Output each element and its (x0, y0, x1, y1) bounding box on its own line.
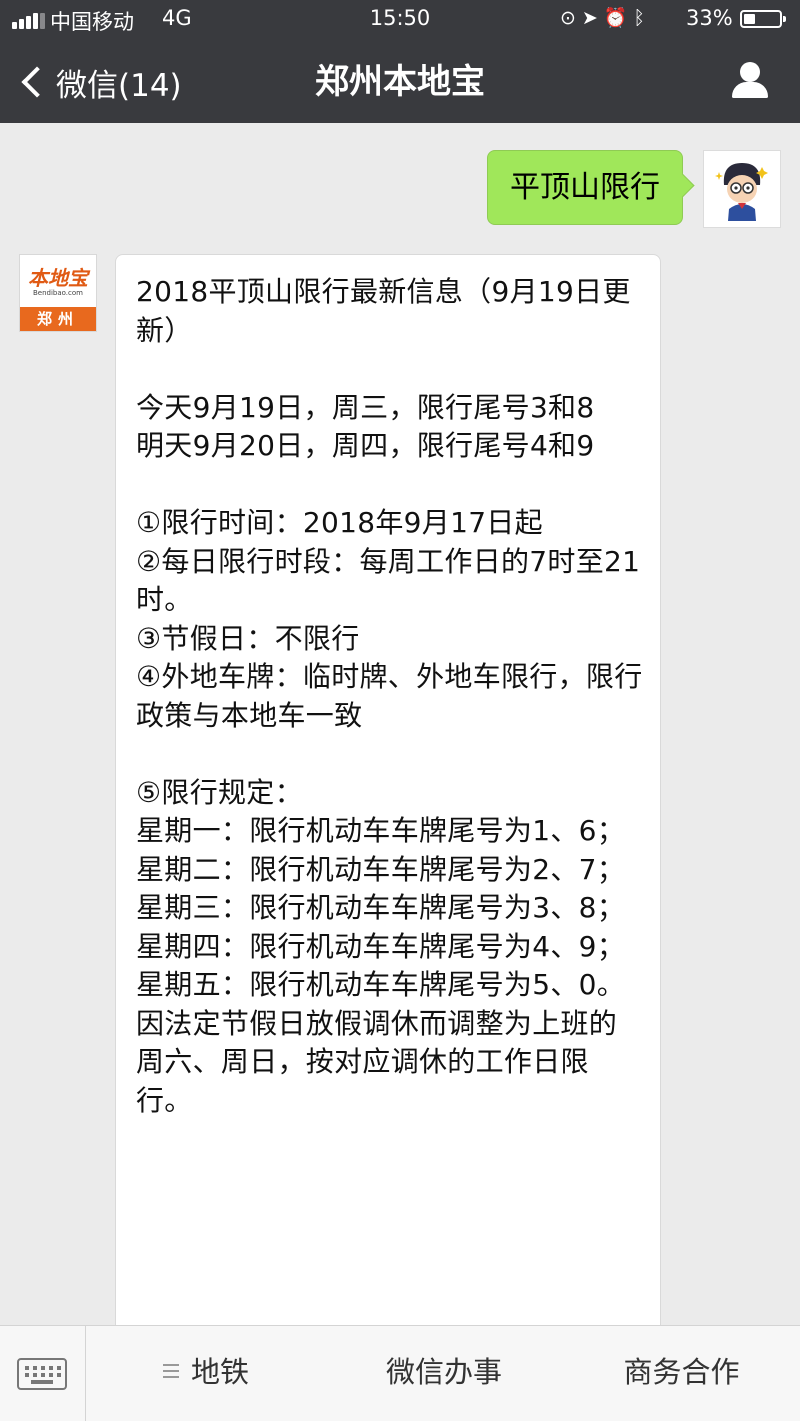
battery-icon (740, 10, 786, 28)
menu-item-subway[interactable]: 地铁 (87, 1326, 325, 1421)
user-avatar[interactable] (703, 150, 781, 228)
top-header: 中国移动 4G 15:50 ⊙➤⏰ᛒ 33% 微信(14) 郑州本地宝 (0, 0, 800, 123)
rotation-lock-icon: ⊙ (560, 7, 582, 29)
logo-text: 本地宝 (28, 266, 88, 290)
menu-item-business[interactable]: 商务合作 (563, 1326, 800, 1421)
keyboard-toggle-button[interactable] (0, 1326, 86, 1421)
battery-percentage: 33% (686, 6, 733, 30)
chat-area[interactable]: 平顶山限行 本地宝 Bendibao.com 郑州 2018平顶山限行最新信息（… (0, 123, 800, 1325)
keyboard-icon (17, 1358, 67, 1390)
status-time: 15:50 (369, 6, 431, 30)
bluetooth-icon: ᛒ (633, 7, 651, 29)
battery-fill (744, 14, 756, 24)
profile-button[interactable] (728, 58, 774, 106)
menu-item-wechat-services[interactable]: 微信办事 (325, 1326, 563, 1421)
location-icon: ➤ (581, 7, 604, 29)
menu-item-label: 商务合作 (623, 1355, 740, 1389)
cartoon-avatar-icon (715, 163, 768, 221)
sent-message-bubble[interactable]: 平顶山限行 (487, 150, 683, 225)
bottom-menu-bar: 地铁 微信办事 商务合作 (0, 1325, 800, 1421)
logo-subtext: Bendibao.com (32, 289, 83, 297)
menu-item-label: 微信办事 (385, 1355, 502, 1389)
bendibao-logo: 本地宝 Bendibao.com (20, 255, 96, 307)
menu-item-label: 地铁 (190, 1355, 249, 1389)
chat-title: 郑州本地宝 (315, 62, 485, 102)
menu-lines-icon (162, 1364, 179, 1378)
alarm-icon: ⏰ (603, 7, 634, 29)
official-account-avatar[interactable]: 本地宝 Bendibao.com 郑州 (19, 254, 97, 332)
received-message-bubble[interactable]: 2018平顶山限行最新信息（9月19日更新） 今天9月19日，周三，限行尾号3和… (115, 254, 661, 1325)
status-icons: ⊙➤⏰ᛒ (560, 6, 651, 29)
status-bar: 中国移动 4G 15:50 ⊙➤⏰ᛒ 33% (0, 0, 800, 40)
logo-city: 郑州 (20, 307, 96, 331)
